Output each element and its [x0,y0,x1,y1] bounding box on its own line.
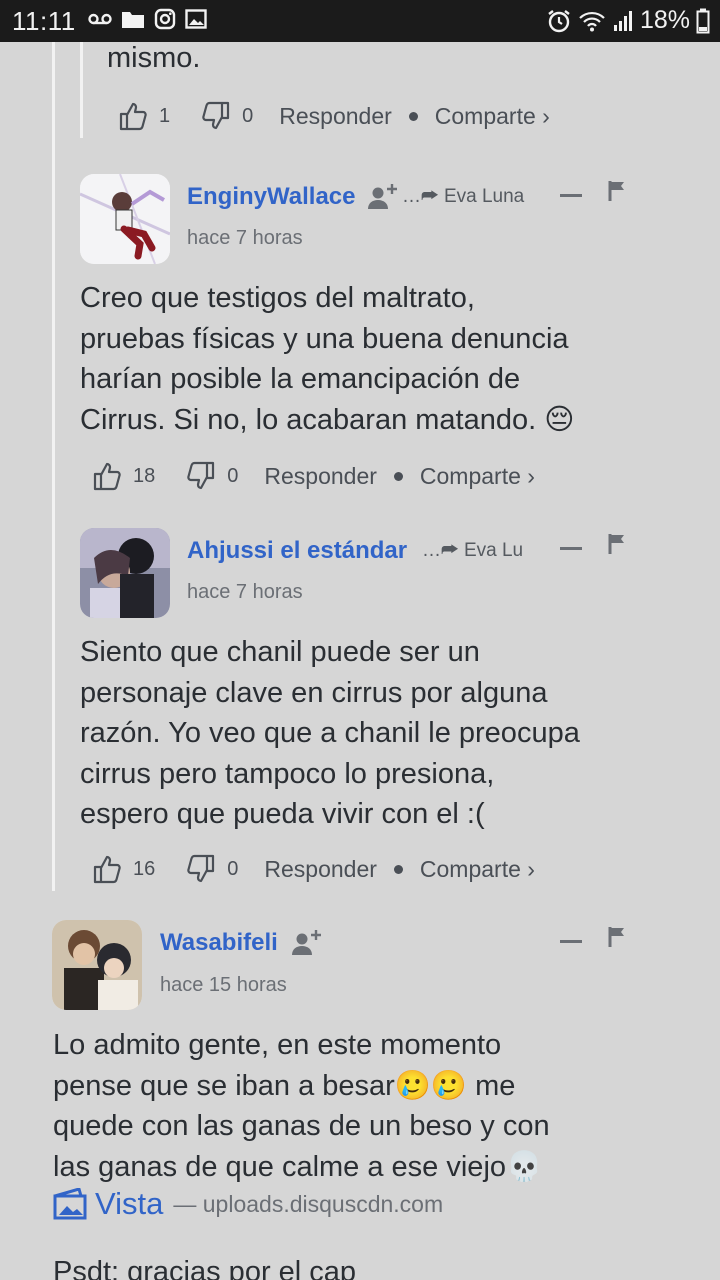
comment-line: harían posible la emancipación de [80,363,521,395]
like-count: 1 [159,104,171,127]
comment-body: Creo que testigos del maltrato, pruebas … [80,278,574,440]
media-link-label[interactable]: Vista [95,1186,163,1222]
voicemail-icon [88,13,112,25]
signal-icon [613,10,632,31]
follow-user-icon[interactable] [368,182,398,210]
notification-icons [88,8,207,30]
comment-line: quede con las ganas de un beso y con [53,1110,550,1142]
comment-line: Creo que testigos del maltrato, [80,282,475,314]
collapse-icon[interactable] [560,940,582,943]
comment-line: las ganas de que calme a ese viejo💀 [53,1150,543,1183]
comment-body: Siento que chanil puede ser un personaje… [80,632,580,835]
thumbs-up-icon[interactable] [93,461,121,491]
comment-text-fragment: mismo. [107,42,201,74]
thumbs-down-icon[interactable] [202,101,230,131]
comment-line: pense que se iban a besar🥲🥲 me [53,1069,516,1102]
comment-line: cirrus pero tampoco lo presiona, [80,757,495,790]
collapse-icon[interactable] [560,194,582,197]
like-count: 18 [133,464,156,487]
comment-time[interactable]: hace 7 horas [187,227,303,250]
comment-actions: 1 0 Responder Comparte › [119,96,550,136]
media-link[interactable]: Vista — uploads.disquscdn.com [53,1186,443,1222]
dislike-count: 0 [242,104,254,127]
flag-icon[interactable] [608,533,626,555]
share-button[interactable]: Comparte › [420,856,535,883]
image-icon [185,9,207,29]
comment-line: Lo admito gente, en este momento [53,1029,502,1061]
thumbs-down-icon[interactable] [187,461,215,491]
comment-line: personaje clave en cirrus por alguna [80,676,548,709]
avatar[interactable] [80,528,170,618]
share-button[interactable]: Comparte › [420,463,535,490]
status-bar: 11:11 18% [0,0,720,42]
follow-user-icon[interactable] [292,928,322,956]
reply-to-label[interactable]: …⮫ Eva Luna [402,186,524,208]
avatar[interactable] [52,920,142,1010]
avatar[interactable] [80,174,170,264]
comment-line: razón. Yo veo que a chanil le preocupa [80,717,580,749]
media-link-domain: — uploads.disquscdn.com [173,1190,444,1217]
collapse-icon[interactable] [560,547,582,550]
thread-line-outer [52,42,55,891]
reply-button[interactable]: Responder [264,463,377,490]
like-count: 16 [133,857,156,880]
thumbs-down-icon[interactable] [187,854,215,884]
comment-actions: 16 0 Responder Comparte › [93,849,535,889]
battery-icon [696,8,710,33]
media-image-icon [53,1188,87,1220]
comment-time[interactable]: hace 7 horas [187,581,303,604]
comment-line: pruebas físicas y una buena denuncia [80,322,569,355]
comments-list: mismo. 1 0 Responder Comparte › EnginyWa… [0,42,720,1280]
comment-author[interactable]: EnginyWallace [187,183,356,211]
thumbs-up-icon[interactable] [93,854,121,884]
reply-to-label[interactable]: …⮫ Eva Lu [422,540,523,562]
reply-button[interactable]: Responder [279,103,392,130]
dislike-count: 0 [227,464,239,487]
flag-icon[interactable] [608,926,626,948]
comment-line: Siento que chanil puede ser un [80,636,480,668]
comment-line: espero que pueda vivir con el :( [80,798,485,830]
comment-author[interactable]: Ahjussi el estándar [187,537,407,565]
comment-time[interactable]: hace 15 horas [160,974,287,997]
wifi-icon [579,11,605,31]
flag-icon[interactable] [608,180,626,202]
status-time: 11:11 [12,6,76,36]
alarm-icon [548,9,570,32]
thread-line-inner [80,42,83,138]
comment-body: Lo admito gente, en este momento pense q… [53,1025,550,1187]
thumbs-up-icon[interactable] [119,101,147,131]
dislike-count: 0 [227,857,239,880]
comment-author[interactable]: Wasabifeli [160,929,278,957]
separator-dot [393,471,403,481]
share-button[interactable]: Comparte › [435,103,550,130]
separator-dot [393,864,403,874]
separator-dot [408,111,418,121]
battery-percent: 18% [639,6,690,34]
comment-line: Cirrus. Si no, lo acabaran matando. 😔 [80,403,575,436]
comment-actions: 18 0 Responder Comparte › [93,456,535,496]
folder-icon [122,12,144,28]
reply-button[interactable]: Responder [264,856,377,883]
comment-postscript: Psdt: gracias por el cap [53,1256,357,1280]
instagram-icon [154,8,176,30]
